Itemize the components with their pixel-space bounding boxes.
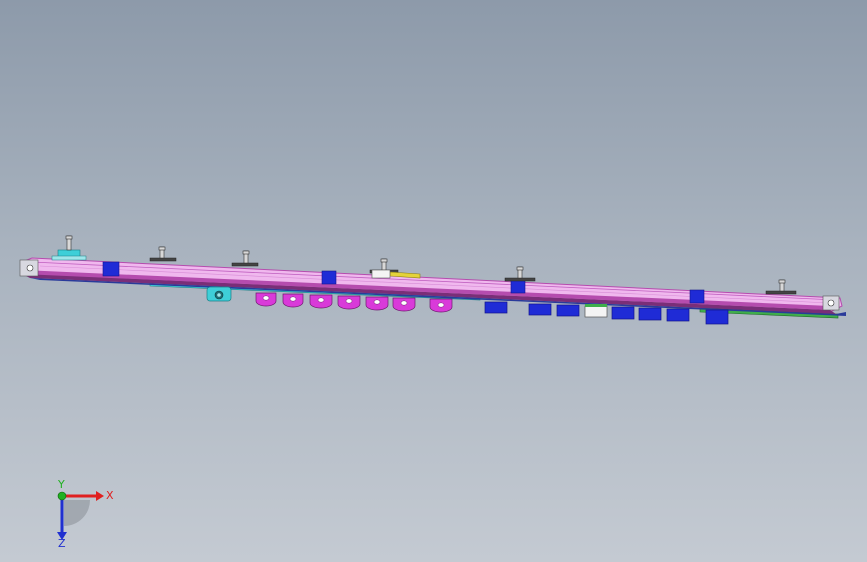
beam-clamp-3 [510, 279, 526, 294]
x-axis-arrowhead-icon [96, 491, 104, 501]
y-axis-label: Y [57, 478, 65, 491]
coordinate-triad: X Y Z [57, 478, 114, 548]
white-block [584, 305, 608, 318]
triad-shadow [64, 500, 90, 526]
x-axis-label: X [106, 489, 114, 502]
green-strip [585, 304, 607, 307]
top-fixture-cyan-plate [51, 255, 87, 261]
cyan-bracket [206, 286, 232, 302]
end-cap-left-bolt [26, 264, 34, 272]
beam-clamp-1 [102, 261, 120, 277]
beam-flange-magenta [22, 270, 830, 310]
assembly-model[interactable] [0, 0, 867, 562]
cad-viewport[interactable]: X Y Z [0, 0, 867, 562]
beam-clamp-2 [321, 270, 337, 285]
beam-clamp-4 [689, 289, 705, 304]
center-white-bracket [371, 269, 391, 279]
z-axis-label: Z [58, 537, 66, 548]
y-axis-origin-icon [57, 491, 67, 501]
end-cap-right-bolt [827, 299, 835, 307]
